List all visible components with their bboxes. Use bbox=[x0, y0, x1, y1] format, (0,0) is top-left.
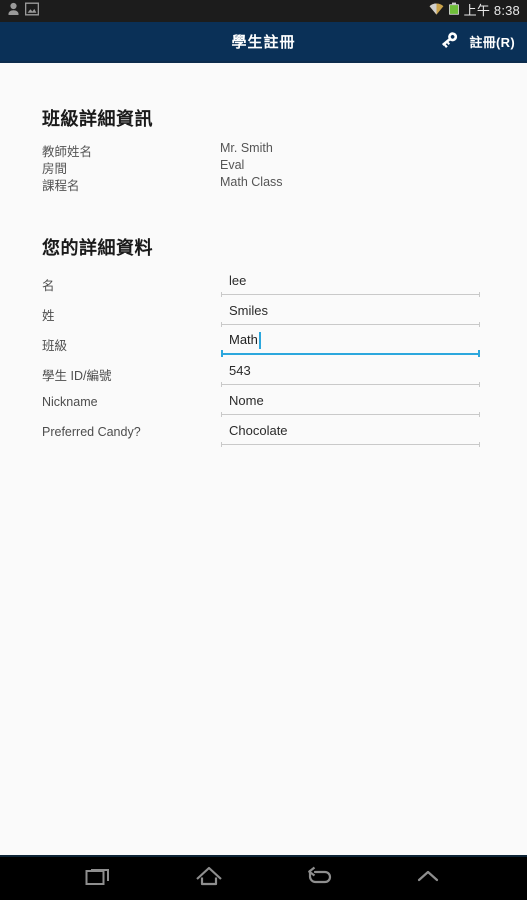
key-icon bbox=[438, 27, 462, 56]
status-bar-notifications bbox=[7, 2, 40, 21]
recents-button[interactable] bbox=[67, 859, 131, 899]
student-id-input[interactable] bbox=[221, 358, 480, 385]
form-row-class: 班級 bbox=[0, 328, 527, 358]
class-detail-row: 課程名 Math Class bbox=[42, 175, 482, 193]
class-detail-value: Math Class bbox=[220, 175, 283, 189]
person-icon bbox=[7, 2, 20, 21]
home-icon bbox=[194, 863, 224, 894]
class-detail-label: 課程名 bbox=[42, 179, 80, 193]
class-detail-row: 房間 Eval bbox=[42, 158, 482, 176]
field-label-nickname: Nickname bbox=[42, 395, 98, 409]
field-label-class: 班級 bbox=[42, 339, 68, 353]
action-bar: 學生註冊 註冊(R) bbox=[0, 22, 527, 63]
register-button-label: 註冊(R) bbox=[469, 35, 515, 50]
field-label-last-name: 姓 bbox=[42, 309, 55, 323]
field-wrap-last-name bbox=[221, 298, 480, 327]
expand-button[interactable] bbox=[396, 859, 460, 899]
status-bar-system: 上午 8:38 bbox=[429, 0, 520, 22]
field-wrap-first-name bbox=[221, 268, 480, 297]
back-icon bbox=[303, 863, 333, 894]
home-button[interactable] bbox=[177, 859, 241, 899]
class-detail-value: Mr. Smith bbox=[220, 141, 273, 155]
chevron-up-icon bbox=[413, 863, 443, 894]
form-row-first-name: 名 bbox=[0, 268, 527, 298]
form-row-student-id: 學生 ID/編號 bbox=[0, 358, 527, 388]
image-icon bbox=[24, 2, 40, 21]
preferred-candy-input[interactable] bbox=[221, 418, 480, 445]
recents-icon bbox=[84, 863, 114, 894]
field-wrap-nickname bbox=[221, 388, 480, 417]
class-details-heading: 班級詳細資訊 bbox=[42, 109, 153, 129]
field-wrap-class bbox=[221, 328, 480, 357]
your-details-heading: 您的詳細資料 bbox=[42, 238, 153, 258]
status-bar: 上午 8:38 bbox=[0, 0, 527, 22]
field-wrap-student-id bbox=[221, 358, 480, 387]
wifi-icon bbox=[429, 2, 444, 21]
form-row-last-name: 姓 bbox=[0, 298, 527, 328]
battery-icon bbox=[448, 2, 460, 21]
status-bar-clock: 上午 8:38 bbox=[463, 3, 520, 18]
class-detail-row: 教師姓名 Mr. Smith bbox=[42, 141, 482, 159]
navigation-bar bbox=[0, 855, 527, 900]
register-button[interactable]: 註冊(R) bbox=[434, 23, 519, 60]
first-name-input[interactable] bbox=[221, 268, 480, 295]
nickname-input[interactable] bbox=[221, 388, 480, 415]
field-label-preferred-candy: Preferred Candy? bbox=[42, 425, 141, 439]
back-button[interactable] bbox=[286, 859, 350, 899]
class-detail-value: Eval bbox=[220, 158, 245, 172]
field-wrap-preferred-candy bbox=[221, 418, 480, 447]
form-row-preferred-candy: Preferred Candy? bbox=[0, 418, 527, 448]
text-cursor bbox=[258, 332, 261, 349]
field-label-student-id: 學生 ID/編號 bbox=[42, 369, 112, 383]
form-row-nickname: Nickname bbox=[0, 388, 527, 418]
field-label-first-name: 名 bbox=[42, 279, 55, 293]
last-name-input[interactable] bbox=[221, 298, 480, 325]
form-content: 班級詳細資訊 教師姓名 Mr. Smith 房間 Eval 課程名 Math C… bbox=[0, 65, 527, 855]
